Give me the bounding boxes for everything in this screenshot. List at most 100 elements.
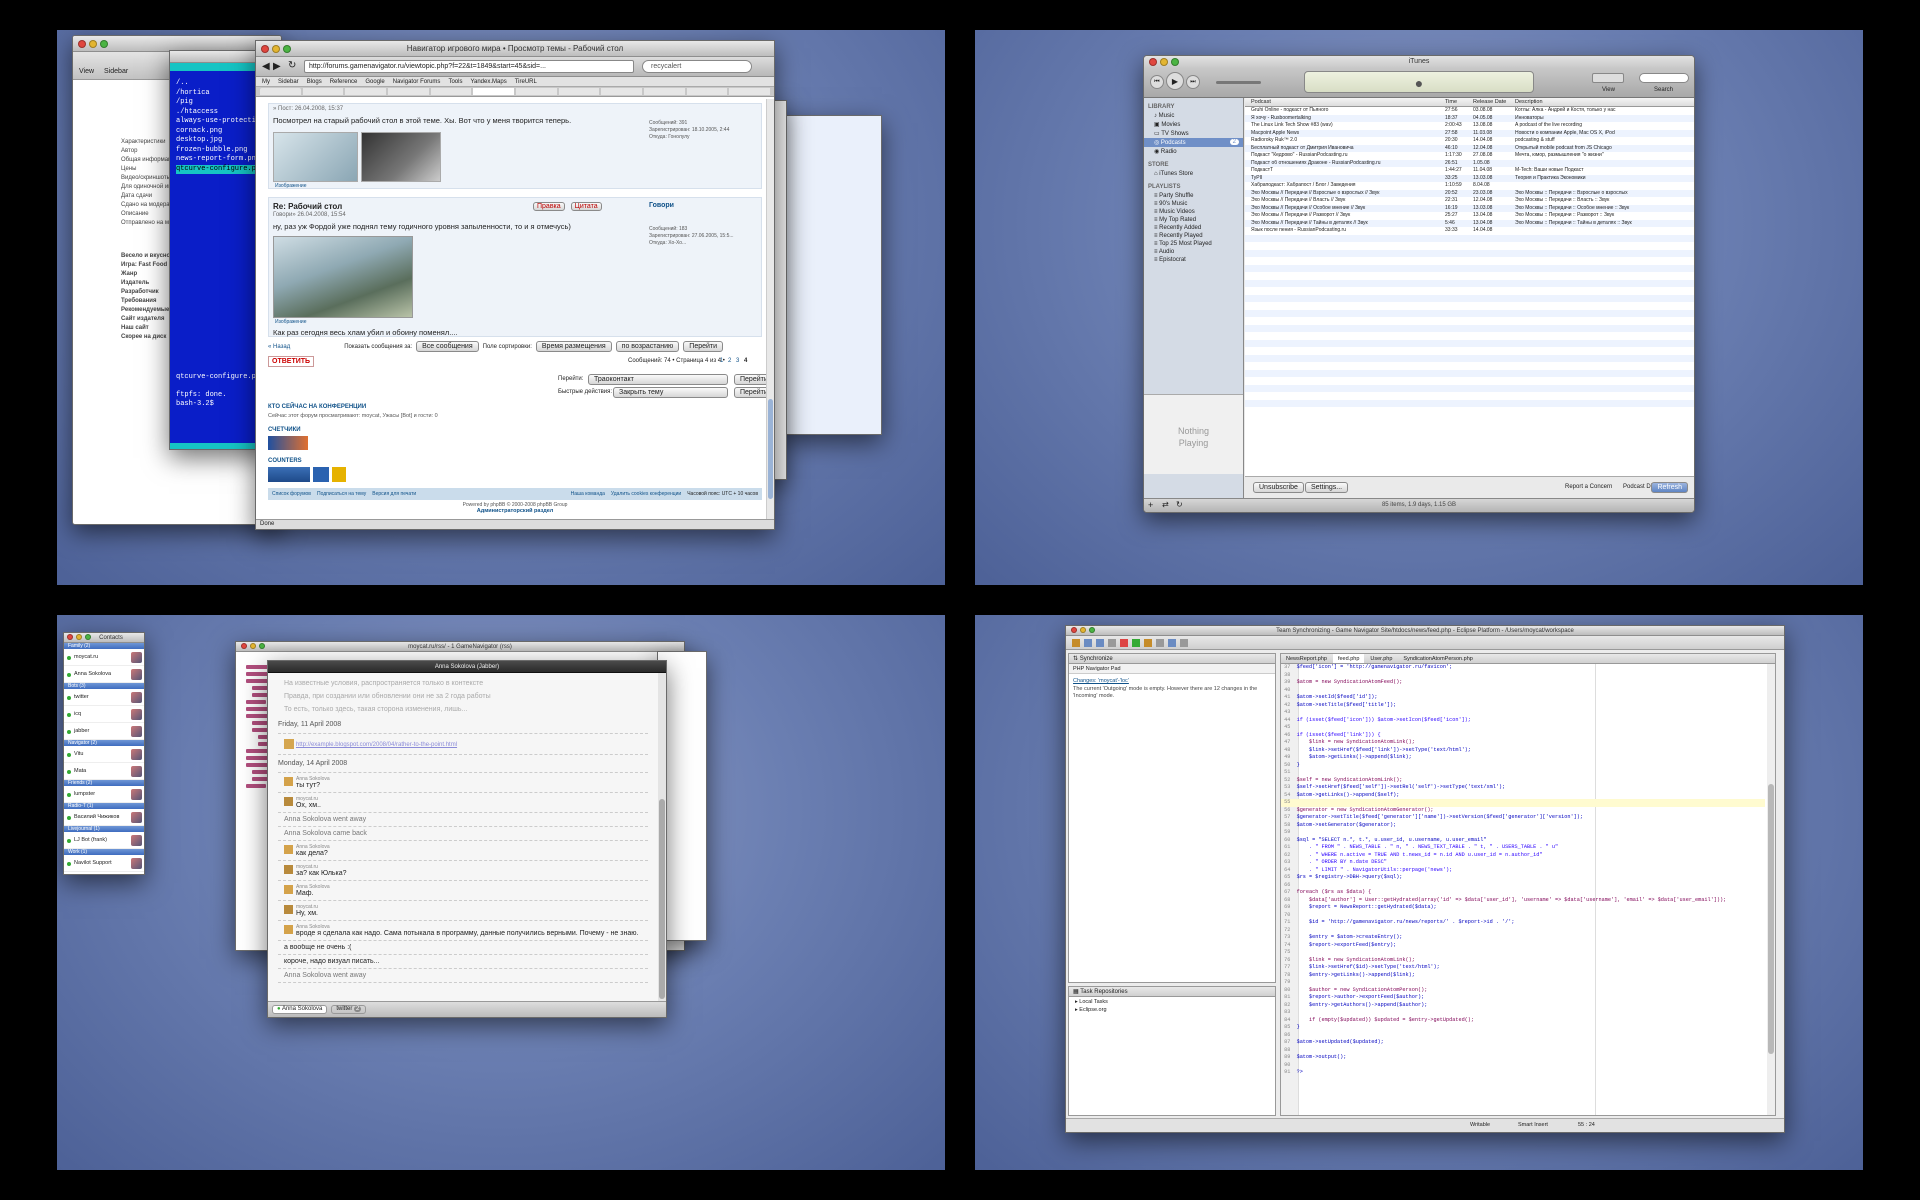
code-listing[interactable]: 37 $feed['icon'] = 'http://gamenavigator… [1281,664,1765,1115]
library-podcasts[interactable]: ◎ Podcasts 2 [1144,138,1243,147]
search-field[interactable] [1639,73,1689,83]
itunes-titlebar[interactable]: iTunes [1144,56,1694,68]
table-row[interactable]: Эхо Москвы // Передачи // Взрослые о взр… [1245,189,1694,197]
report-concern-link[interactable]: Report a Concern [1565,484,1612,490]
message-link[interactable]: http://example.blogspot.com/2008/04/rath… [296,742,457,748]
library-music[interactable]: ♪ Music [1144,112,1243,120]
podcast-list[interactable]: Podcast Time Release Date Description Gr… [1245,98,1694,476]
back-link[interactable]: « Назад [268,344,290,350]
menu-reference[interactable]: Reference [330,77,358,86]
quote-button[interactable]: Цитата [570,202,602,211]
table-row[interactable]: Подкаст об отношениях Драконе - RussianP… [1245,159,1694,167]
footer-link[interactable]: Версия для печати [372,491,416,497]
table-row[interactable]: The Linux Link Tech Show #83 (wav) 2:00:4… [1245,122,1694,130]
page-link-current[interactable]: 4 [744,358,747,364]
playlist-item[interactable]: ≡ Epistocrat [1144,256,1243,264]
table-row[interactable]: TyPII 33:25 13.03.08 Теория и Практика Экон… [1245,174,1694,182]
itunes-window[interactable]: iTunes ⏮ ▶ ⏭ ● View Search LIBRARY ♪ Mus… [1143,55,1695,513]
task-repo-item[interactable]: ▸ Eclipse.org [1069,1007,1275,1013]
play-icon[interactable]: ▶ [1166,72,1184,90]
column-header[interactable]: Time [1445,98,1473,106]
playlist-item[interactable]: ≡ Top 25 Most Played [1144,240,1243,248]
url-field[interactable]: http://forums.gamenavigator.ru/viewtopic… [304,60,634,73]
page-link[interactable]: 3 [736,358,739,364]
chat-tab[interactable]: twitter 2 [331,1005,367,1014]
footer-link[interactable]: Удалить cookies конференции [611,491,681,497]
volume-slider[interactable] [1216,81,1261,84]
menu-sidebar[interactable]: Sidebar [278,77,299,86]
menu-my[interactable]: My [262,77,270,86]
menu-google[interactable]: Google [365,77,384,86]
table-row[interactable]: Эхо Москвы // Передачи // Разворот // Зв… [1245,212,1694,220]
playlist-item[interactable]: ≡ Recently Added [1144,224,1243,232]
contact-item[interactable]: Vitu [64,746,144,763]
library-tv-shows[interactable]: ▭ TV Shows [1144,129,1243,138]
table-row[interactable]: Подкаст "Кедрово" - RussianPodcasting.ru… [1245,152,1694,160]
contact-item[interactable]: Anna Sokolova [64,666,144,683]
jump-select[interactable]: Траоконтакт [588,374,728,385]
menu-tools[interactable]: Tools [448,77,462,86]
contact-item[interactable]: Василий Чижиков [64,809,144,826]
playlist-item[interactable]: ≡ Party Shuffle [1144,192,1243,200]
view-button[interactable]: View [79,56,94,75]
background-window[interactable] [777,115,882,435]
page-link[interactable]: 2 [728,358,731,364]
period-select[interactable]: Все сообщения [416,341,479,352]
playlist-item[interactable]: ≡ Recently Played [1144,232,1243,240]
view-buttons[interactable] [1592,73,1624,83]
editor-tab[interactable]: SyndicationAtomPerson.php [1398,654,1477,663]
column-header[interactable]: Podcast [1245,98,1445,106]
view-tab-tasks[interactable]: Task Repositories [1080,989,1127,995]
contact-item[interactable]: LJ Bot (frank) [64,832,144,849]
contacts-titlebar[interactable]: Contacts [64,633,144,643]
contact-item[interactable]: jabber [64,723,144,740]
chat-titlebar[interactable]: Anna Sokolova (Jabber) [268,661,666,673]
menu-tireurl[interactable]: TireURL [515,77,537,86]
eclipse-titlebar[interactable]: Team Synchronizing - Game Navigator Site… [1066,626,1784,636]
menu-yandex-maps[interactable]: Yandex.Maps [470,77,506,86]
table-row[interactable]: Я хочу - Rusboomertalking 18:37 04.05.08 Ин… [1245,114,1694,122]
unsubscribe-button[interactable]: Unsubscribe [1253,482,1304,493]
view-tab-synchronize[interactable]: Synchronize [1080,656,1113,662]
table-row[interactable]: Хабраподкаст: Хабрапост / Блог / Заведен… [1245,182,1694,190]
table-row[interactable]: Macpoint Apple News 27:58 11.03.08 Новости … [1245,129,1694,137]
playlist-item[interactable]: ≡ Audio [1144,248,1243,256]
space-eclipse[interactable]: Team Synchronizing - Game Navigator Site… [975,615,1863,1170]
column-header[interactable]: Description [1515,98,1694,106]
contact-item[interactable]: Navilot Support [64,855,144,872]
reload-icon[interactable]: ↻ [288,60,296,71]
contacts-window[interactable]: Contacts Family (2) moycat.ru Anna Sokolov… [63,632,145,875]
playlist-item[interactable]: ≡ 90's Music [1144,200,1243,208]
contact-item[interactable]: Mata [64,763,144,780]
table-row[interactable]: ПодкастТ 1:44:27 11.04.08 M-Tech: Ваши новы… [1245,167,1694,175]
synchronize-view[interactable]: ⇅ Synchronize PHP Navigator Pad Changes:… [1068,653,1276,983]
chat-window[interactable]: Anna Sokolova (Jabber) На известные усло… [267,660,667,1018]
browser-window[interactable]: Навигатор игрового мира • Просмотр темы … [255,40,775,530]
sort-select[interactable]: Время размещения [535,341,612,352]
go-button[interactable]: Перейти [683,341,724,352]
sidebar-button[interactable]: Sidebar [104,56,128,75]
quick-select[interactable]: Закрыть тему [613,387,728,398]
table-row[interactable]: Эхо Москвы // Передачи // Особое мнение … [1245,204,1694,212]
table-row[interactable]: Эхо Москвы // Передачи // Власть // Звук… [1245,197,1694,205]
chat-scrollbar[interactable] [658,673,666,1001]
footer-admin-link[interactable]: Администраторский раздел [268,508,762,514]
footer-link[interactable]: Подписаться на тему [317,491,366,497]
chat-tab-active[interactable]: ● Anna Sokolova [272,1005,328,1014]
post-author[interactable]: Говори [649,202,674,209]
source-titlebar[interactable]: moycat.ru/rss/ - 1 GameNavigator (rss) [236,642,684,652]
space-browser[interactable]: View Sidebar Характеристики Автор Общая … [57,30,945,585]
library-movies[interactable]: ▣ Movies [1144,120,1243,129]
table-row[interactable]: Бесплатный подкаст от Дмитрия Ивановича 4… [1245,144,1694,152]
itunes-store[interactable]: ⌂ iTunes Store [1144,170,1243,178]
table-row[interactable]: Эхо Москвы // Передачи // Тайны в деталя… [1245,219,1694,227]
playlist-item[interactable]: ≡ Music Videos [1144,208,1243,216]
page-link[interactable]: 1 [720,358,723,364]
menu-blogs[interactable]: Blogs [307,77,322,86]
editor-area[interactable]: NewsReport.php feed.php User.php Syndica… [1280,653,1776,1116]
back-icon[interactable]: ◀ [262,61,270,72]
forward-icon[interactable]: ▶ [273,61,281,72]
attachment-link[interactable]: Изображение [275,319,307,325]
task-repositories-view[interactable]: ▦ Task Repositories ▸ Local Tasks ▸ Ecli… [1068,986,1276,1116]
sync-changes[interactable]: Changes: 'moycat'-'loc' [1069,674,1275,684]
